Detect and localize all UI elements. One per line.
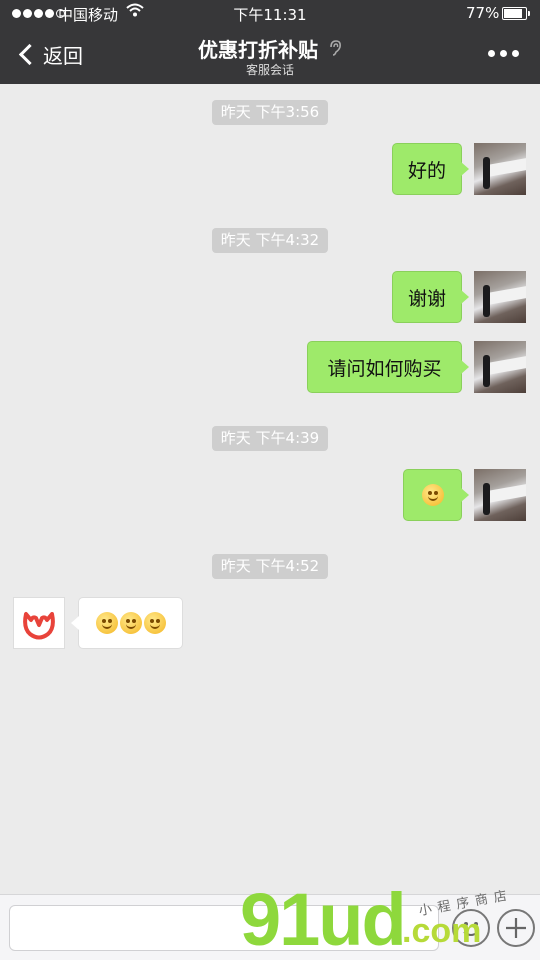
- timestamp: 昨天 下午4:39: [212, 426, 328, 451]
- shop-avatar[interactable]: [13, 597, 65, 649]
- battery-tip: [528, 11, 530, 16]
- chat-title: 优惠打折补贴: [0, 34, 540, 63]
- timestamp: 昨天 下午4:52: [212, 554, 328, 579]
- smile-emoji-icon: [421, 484, 444, 506]
- battery-percent: 77%: [466, 4, 500, 22]
- status-bar: 中国移动 下午11:31 77%: [0, 0, 540, 28]
- shop-logo-icon: [23, 612, 55, 640]
- watermark-domain: .com: [402, 912, 482, 950]
- chat-subtitle: 客服会话: [245, 63, 294, 77]
- ear-icon: [324, 40, 342, 61]
- plus-icon: [506, 918, 526, 938]
- battery-icon: [502, 7, 527, 20]
- chat-title-text: 优惠打折补贴: [197, 38, 318, 62]
- status-time: 下午11:31: [233, 6, 307, 24]
- message-bubble-mine[interactable]: 好的: [392, 143, 469, 195]
- nav-bar: 返回 优惠打折补贴 客服会话: [0, 28, 540, 84]
- timestamp: 昨天 下午4:32: [212, 228, 328, 253]
- smirk-emoji-icon: [95, 612, 118, 634]
- grin-emoji-icon: [143, 612, 166, 634]
- my-avatar[interactable]: [474, 143, 526, 195]
- top-bar: 中国移动 下午11:31 77% 返回 优惠打折补贴 客服会话: [0, 0, 540, 84]
- message-bubble-mine[interactable]: [403, 469, 469, 521]
- my-avatar[interactable]: [474, 469, 526, 521]
- message-bubble-mine[interactable]: 谢谢: [392, 271, 469, 323]
- message-bubble-mine[interactable]: 请问如何购买: [307, 341, 469, 393]
- more-icon[interactable]: [488, 50, 519, 57]
- smirk-emoji-icon: [119, 612, 142, 634]
- watermark-logo: 91ud: [240, 878, 407, 960]
- message-bubble-theirs[interactable]: [71, 597, 183, 649]
- my-avatar[interactable]: [474, 271, 526, 323]
- timestamp: 昨天 下午3:56: [212, 100, 328, 125]
- add-button[interactable]: [497, 909, 535, 947]
- my-avatar[interactable]: [474, 341, 526, 393]
